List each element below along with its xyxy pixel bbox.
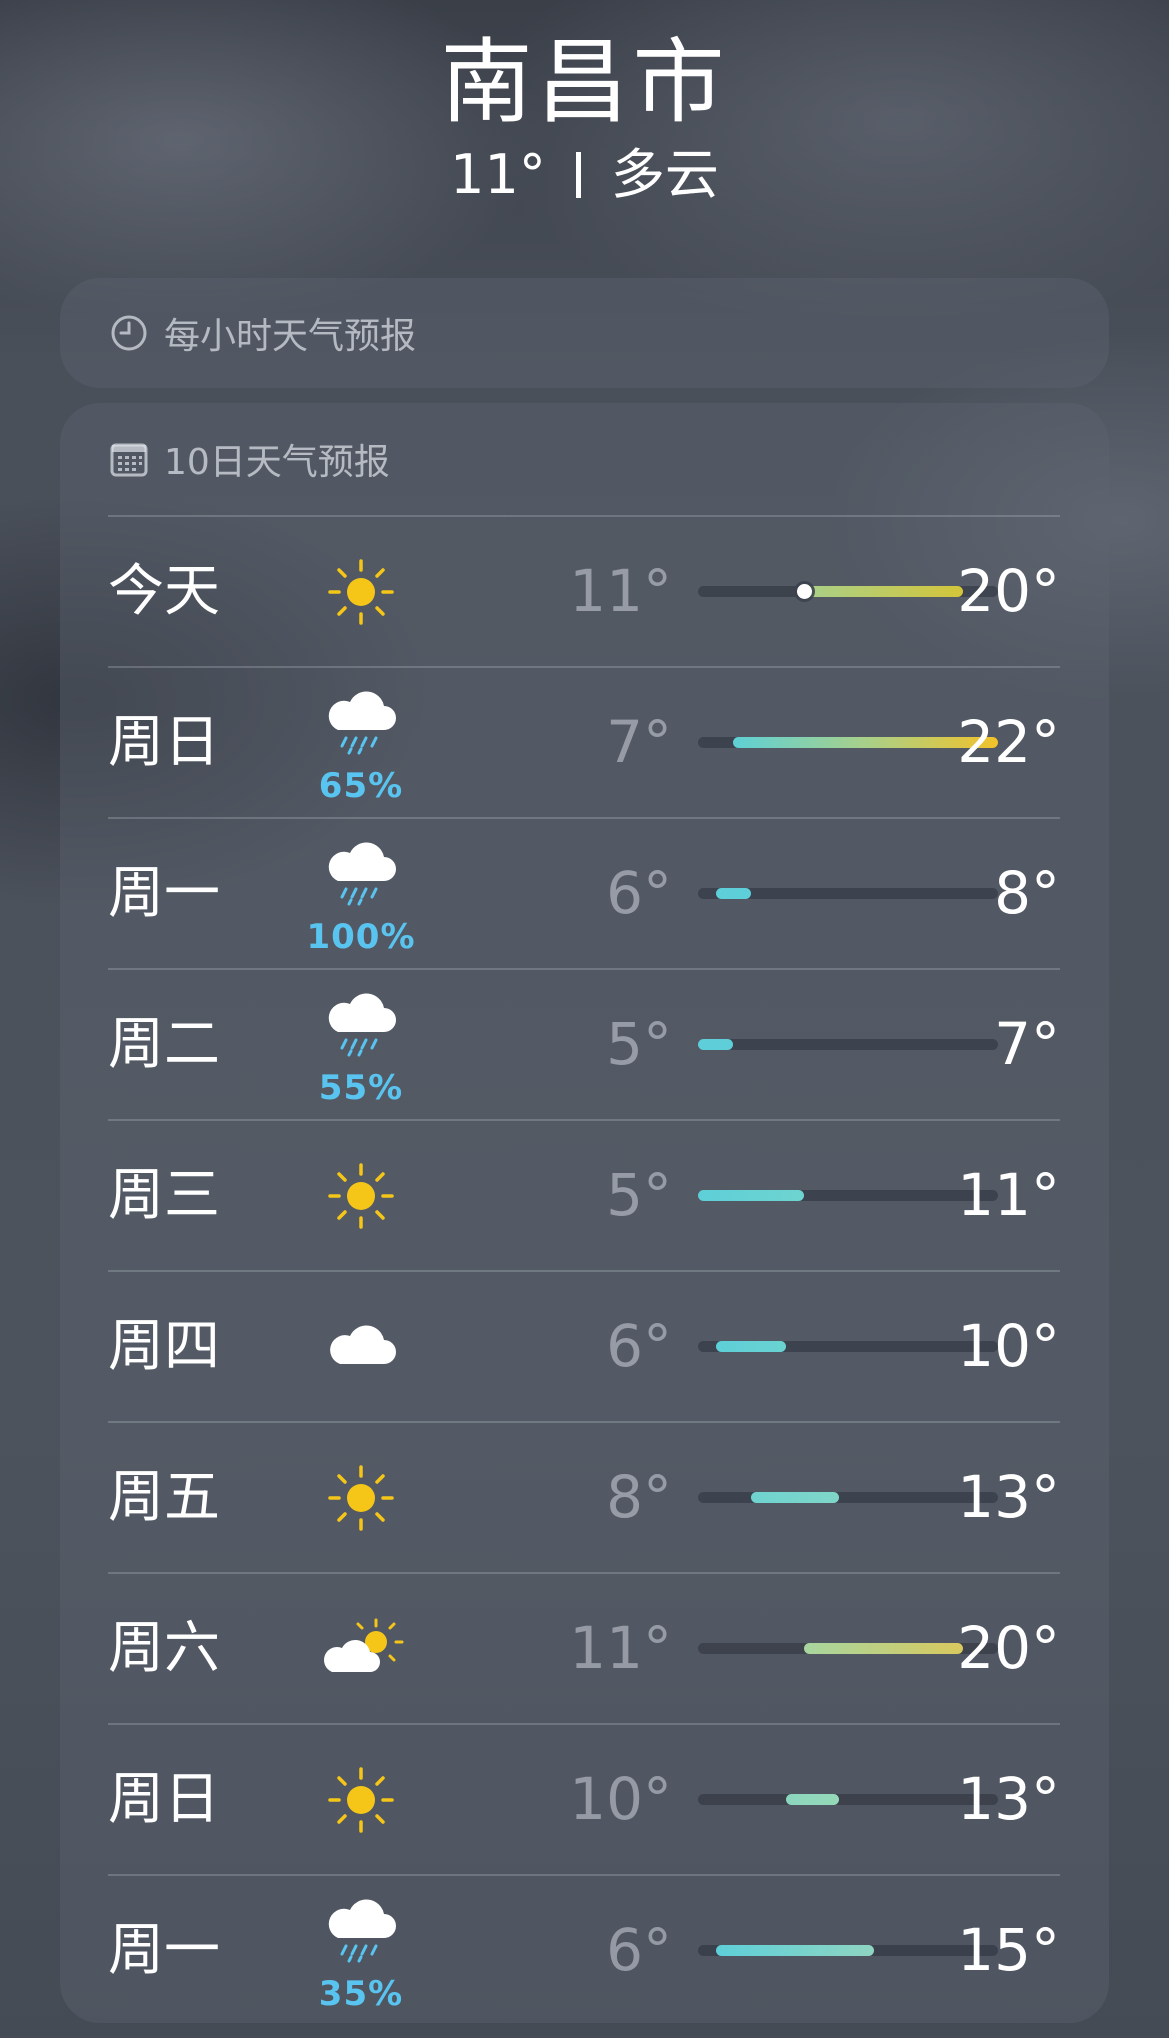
high-temperature: 15°	[957, 1916, 1060, 1984]
summary-divider	[575, 152, 581, 198]
hourly-forecast-card[interactable]: 每小时天气预报	[60, 278, 1109, 388]
low-temperature: 6°	[606, 1916, 672, 1984]
day-label: 周四	[108, 1314, 220, 1379]
hourly-forecast-title: 每小时天气预报	[164, 316, 417, 357]
forecast-row[interactable]: 周三 5° 11°	[108, 1119, 1060, 1270]
high-temperature: 20°	[957, 1614, 1060, 1682]
temperature-range-fill	[803, 586, 963, 597]
forecast-row[interactable]: 周六 11° 20°	[108, 1572, 1060, 1723]
temperature-range-fill	[715, 1341, 787, 1352]
day-label: 周一	[108, 1918, 220, 1983]
low-temperature: 5°	[606, 1161, 672, 1229]
city-name: 南昌市	[440, 29, 729, 136]
high-temperature: 8°	[994, 859, 1060, 927]
sun-icon	[318, 1161, 404, 1231]
forecast-row[interactable]: 周一 35% 6° 15°	[108, 1874, 1060, 2025]
temperature-range-fill	[786, 1794, 840, 1805]
location-header: 南昌市 11° 多云	[0, 28, 1169, 208]
high-temperature: 20°	[957, 557, 1060, 625]
forecast-row[interactable]: 周日 65% 7° 22°	[108, 666, 1060, 817]
temperature-range-fill	[698, 1039, 734, 1050]
day-label: 周日	[108, 710, 220, 775]
ten-day-forecast-title: 10日天气预报	[164, 442, 390, 483]
forecast-row[interactable]: 周一 100% 6° 8°	[108, 817, 1060, 968]
low-temperature: 6°	[606, 859, 672, 927]
rain-cloud-icon	[318, 992, 404, 1062]
high-temperature: 13°	[957, 1463, 1060, 1531]
high-temperature: 7°	[994, 1010, 1060, 1078]
forecast-row[interactable]: 周四 6° 10°	[108, 1270, 1060, 1421]
day-label: 周五	[108, 1465, 220, 1530]
temperature-range-fill	[715, 1945, 875, 1956]
current-condition: 多云	[610, 143, 719, 206]
rain-cloud-icon	[318, 1898, 404, 1968]
clock-icon	[110, 314, 148, 352]
low-temperature: 5°	[606, 1010, 672, 1078]
forecast-row[interactable]: 周五 8° 13°	[108, 1421, 1060, 1572]
low-temperature: 10°	[569, 1765, 672, 1833]
rain-cloud-icon	[318, 841, 404, 911]
forecast-row[interactable]: 今天 11° 20°	[108, 515, 1060, 666]
partly-cloudy-icon	[318, 1614, 404, 1684]
rain-cloud-icon	[318, 690, 404, 760]
day-label: 周六	[108, 1616, 220, 1681]
temperature-range-fill	[698, 1190, 804, 1201]
low-temperature: 8°	[606, 1463, 672, 1531]
sun-icon	[318, 557, 404, 627]
calendar-icon	[110, 441, 148, 477]
ten-day-forecast-header: 10日天气预报	[60, 403, 1109, 515]
day-label: 周三	[108, 1163, 220, 1228]
high-temperature: 13°	[957, 1765, 1060, 1833]
high-temperature: 22°	[957, 708, 1060, 776]
sun-icon	[318, 1765, 404, 1835]
hourly-forecast-header: 每小时天气预报	[60, 278, 1109, 388]
temperature-range-fill	[803, 1643, 963, 1654]
low-temperature: 11°	[569, 1614, 672, 1682]
forecast-rows: 今天 11° 20° 周日 65% 7° 22° 周一 100% 6° 8° 周…	[108, 515, 1060, 2025]
ten-day-forecast-card: 10日天气预报 今天 11° 20° 周日 65% 7° 22° 周一 100%…	[60, 403, 1109, 2023]
high-temperature: 10°	[957, 1312, 1060, 1380]
cloud-icon	[318, 1312, 404, 1382]
day-label: 周一	[108, 861, 220, 926]
temperature-range-fill	[750, 1492, 840, 1503]
sun-icon	[318, 1463, 404, 1533]
current-temperature-dot	[796, 584, 812, 599]
day-label: 今天	[108, 559, 220, 624]
forecast-row[interactable]: 周日 10° 13°	[108, 1723, 1060, 1874]
day-label: 周日	[108, 1767, 220, 1832]
forecast-row[interactable]: 周二 55% 5° 7°	[108, 968, 1060, 1119]
low-temperature: 11°	[569, 557, 672, 625]
high-temperature: 11°	[957, 1161, 1060, 1229]
temperature-range-fill	[715, 888, 751, 899]
low-temperature: 7°	[606, 708, 672, 776]
current-temperature: 11°	[450, 143, 546, 206]
low-temperature: 6°	[606, 1312, 672, 1380]
current-summary: 11° 多云	[0, 142, 1169, 208]
day-label: 周二	[108, 1012, 220, 1077]
